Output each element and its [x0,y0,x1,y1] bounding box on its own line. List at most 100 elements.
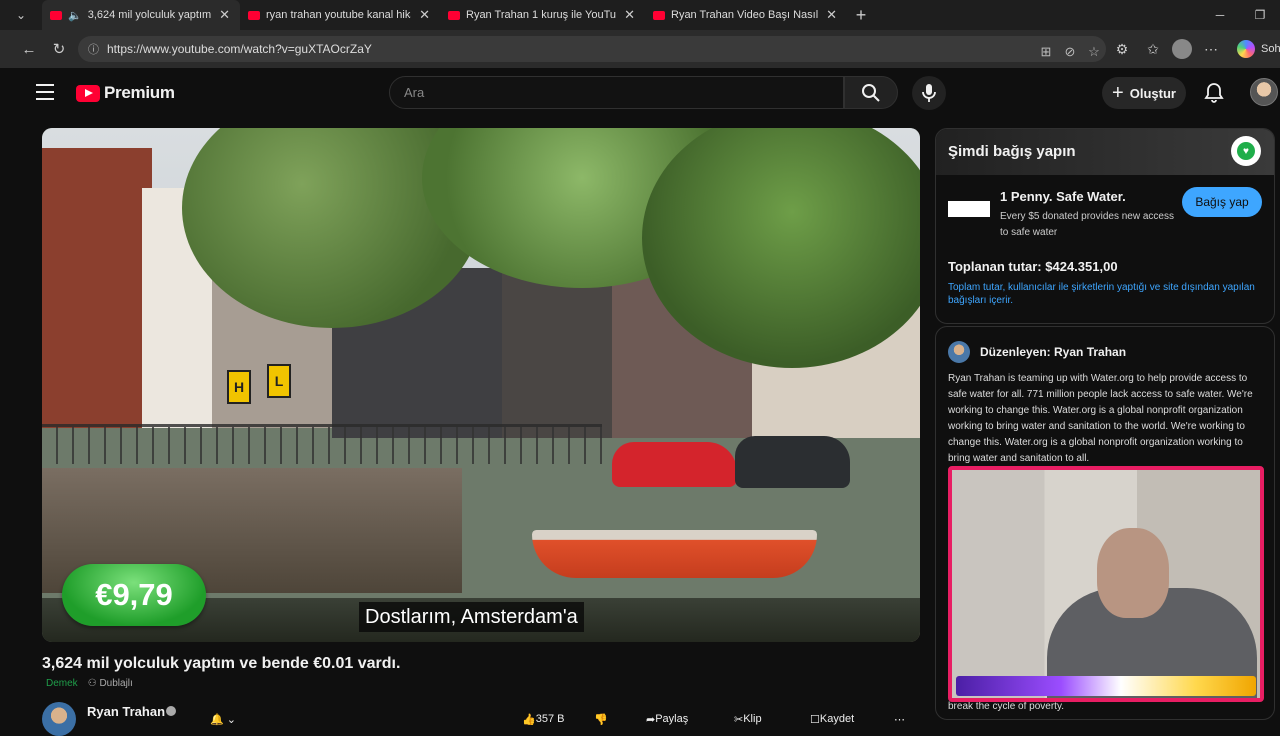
extension-bar: ⚙ ✩ ⋯ [1110,30,1223,68]
video-title: 3,624 mil yolculuk yaptım ve bende €0.01… [42,655,401,672]
youtube-header: Premium Ara + Oluştur [12,68,1280,120]
back-icon[interactable]: ← [14,30,44,68]
bell-icon [1204,83,1224,103]
dubbed-tag: ⚇ Dublajlı [88,678,133,689]
charity-logo [948,201,990,217]
share-button[interactable]: ➦ Paylaş [646,708,688,730]
video-red-car [612,442,737,487]
price-overlay: €9,79 [62,564,206,626]
youtube-logo[interactable]: Premium [76,83,175,103]
amount-raised-note[interactable]: Toplam tutar, kullanıcılar ile şirketler… [948,281,1268,307]
tracking-prevention-icon[interactable]: ⊘ [1058,44,1082,60]
dislike-button[interactable]: 👎 [594,708,608,730]
close-tab-icon[interactable]: ✕ [219,7,230,23]
share-icon: ➦ [646,713,656,726]
video-black-car [735,436,850,488]
charity-description: Every $5 donated provides new access to … [1000,211,1174,238]
organizer-description: Ryan Trahan is teaming up with Water.org… [948,373,1253,464]
tab-title: 3,624 mil yolculuk yaptım ve b [87,9,212,21]
create-label: Oluştur [1129,85,1176,101]
voice-search-button[interactable] [912,76,946,110]
browser-tab[interactable]: Ryan Trahan Video Başı Nasıl 25.4 ✕ [645,0,847,30]
like-count: 357 B [535,713,565,725]
menu-icon[interactable] [36,84,54,100]
close-tab-icon[interactable]: ✕ [826,7,837,23]
more-icon[interactable]: ⋯ [1199,41,1223,58]
more-actions-icon[interactable]: ⋯ [894,708,905,730]
video-railing [42,424,602,464]
video-sign-l: L [267,364,291,398]
organizer-title: Düzenleyen: Ryan Trahan [980,345,1127,359]
browser-tab-active[interactable]: 🔈 3,624 mil yolculuk yaptım ve b ✕ [42,0,240,30]
reload-icon[interactable]: ↻ [44,30,74,68]
speaker-icon[interactable]: 🔈 [68,9,82,22]
notification-bell-icon[interactable]: 🔔 ⌄ [210,708,236,730]
organizer-avatar[interactable] [948,341,970,363]
site-info-icon[interactable]: ⓘ [88,41,99,57]
search-input[interactable]: Ara [389,76,844,109]
new-tab-button[interactable]: + [847,0,875,30]
microphone-icon [922,84,936,102]
extension-icon[interactable]: ⚙ [1110,41,1134,58]
logo-text: Premium [104,83,175,102]
plus-icon: + [1112,81,1124,104]
video-player[interactable]: H L €9,79 Dostlarım, Amsterdam'a [42,128,920,642]
address-bar[interactable]: ⓘ https://www.youtube.com/watch?v=guXTAO… [78,36,1106,62]
verified-icon [166,706,176,716]
tab-title: Ryan Trahan 1 kuruş ile YouTube'u [466,9,617,21]
search-icon [862,83,880,102]
charity-name: 1 Penny. Safe Water. [1000,189,1126,204]
tab-list-button[interactable]: ⌄ [0,0,42,30]
like-icon: 👍 [522,713,536,726]
share-label: Paylaş [655,713,689,725]
search-button[interactable] [844,76,898,109]
caption-text: Dostlarım, Amsterdam'a [359,602,584,632]
sidebar-label[interactable]: Soh [1261,43,1280,55]
channel-name[interactable]: Ryan Trahan [87,704,165,719]
close-tab-icon[interactable]: ✕ [624,7,635,23]
save-label: Kaydet [819,713,855,725]
youtube-favicon-icon [653,10,665,20]
youtube-play-icon [76,84,100,102]
youtube-favicon-icon [50,10,62,20]
url-text: https://www.youtube.com/watch?v=guXTAOcr… [107,42,372,56]
channel-avatar[interactable] [42,702,76,736]
browser-toolbar: ← ↻ ⓘ https://www.youtube.com/watch?v=gu… [0,30,1280,68]
video-sign-h: H [227,370,251,404]
account-avatar[interactable] [1250,78,1278,106]
profile-avatar[interactable] [1172,39,1192,59]
youtube-favicon-icon [448,10,460,20]
like-button[interactable]: 👍 357 B [522,708,564,730]
clip-label: Klip [743,713,762,725]
dislike-icon: 👎 [594,713,608,726]
browser-tab-strip: ⌄ 🔈 3,624 mil yolculuk yaptım ve b ✕ rya… [0,0,1280,30]
tab-title: Ryan Trahan Video Başı Nasıl 25.4 [671,9,819,21]
demo-tag: Demek [46,678,78,689]
youtube-favicon-icon [248,10,260,20]
webcam-gradient-bar [956,676,1256,696]
dubbed-label: Dublajlı [99,678,133,689]
maximize-window-icon[interactable]: ❐ [1240,0,1280,30]
video-boat [532,530,817,578]
browser-tab[interactable]: Ryan Trahan 1 kuruş ile YouTube'u ✕ [440,0,645,30]
notifications-button[interactable] [1202,81,1226,105]
save-icon: ☐ [810,713,820,726]
favorite-star-icon[interactable]: ☆ [1082,44,1106,60]
clip-button[interactable]: ✂ Klip [734,708,762,730]
donate-button[interactable]: Bağış yap [1182,187,1262,217]
donation-title: Şimdi bağış yapın [948,143,1076,160]
close-tab-icon[interactable]: ✕ [419,7,430,23]
save-button[interactable]: ☐ Kaydet [810,708,854,730]
video-tags: Demek ⚇ Dublajlı [46,678,133,689]
create-button[interactable]: + Oluştur [1102,77,1186,109]
donation-panel: Şimdi bağış yapın ♥ 1 Penny. Safe Water.… [935,128,1275,324]
webcam-person-head [1097,528,1169,618]
favorites-icon[interactable]: ✩ [1141,41,1165,58]
tab-title: ryan trahan youtube kanal hikayeİ [266,9,411,21]
minimize-window-icon[interactable]: ─ [1200,0,1240,30]
webcam-frame [948,466,1264,702]
browser-tab[interactable]: ryan trahan youtube kanal hikayeİ ✕ [240,0,440,30]
webcam-overlay [948,466,1264,706]
copilot-icon[interactable] [1237,40,1255,58]
app-icon[interactable]: ⊞ [1034,44,1058,60]
